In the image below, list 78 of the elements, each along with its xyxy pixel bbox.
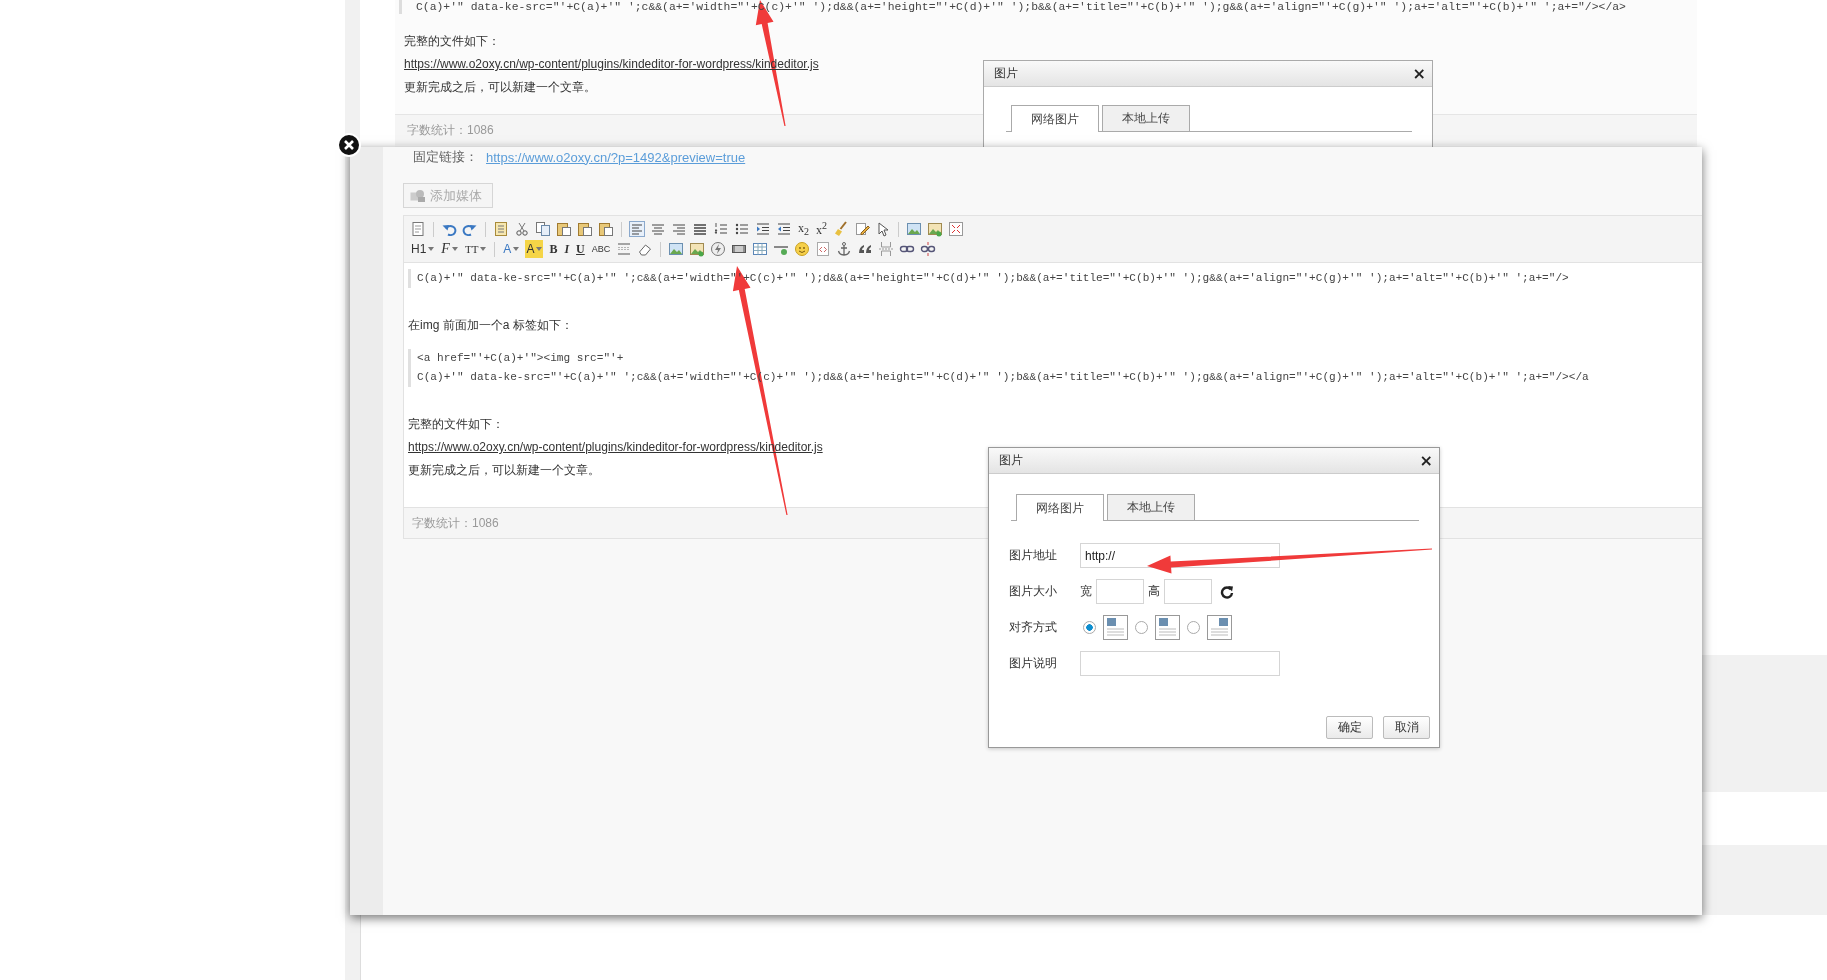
paragraph: 完整的文件如下： xyxy=(404,33,500,50)
clipboard-icon[interactable] xyxy=(577,221,593,237)
width-label: 宽 xyxy=(1080,583,1092,600)
format-button[interactable]: ABC xyxy=(590,240,612,258)
indent-icon[interactable] xyxy=(755,221,771,237)
pencil-icon[interactable] xyxy=(854,221,870,237)
images-icon[interactable] xyxy=(927,221,943,237)
smiley-icon[interactable] xyxy=(794,241,811,257)
dialog-tab[interactable]: 网络图片 xyxy=(1011,105,1099,132)
dialog-tab[interactable]: 本地上传 xyxy=(1107,494,1195,520)
field-label: 对齐方式 xyxy=(1009,619,1058,636)
radio-button[interactable] xyxy=(1135,621,1148,634)
close-button[interactable]: × xyxy=(1412,65,1426,82)
image-icon[interactable] xyxy=(906,221,922,237)
image-align-icon xyxy=(1155,615,1180,640)
field-label: 图片地址 xyxy=(1009,547,1058,564)
paragraph: 完整的文件如下： xyxy=(408,416,504,433)
format-button[interactable]: U xyxy=(575,240,586,258)
fullscreen-icon[interactable] xyxy=(948,221,964,237)
dialog-tab[interactable]: 网络图片 xyxy=(1016,494,1104,521)
bullet-list-icon[interactable] xyxy=(734,221,750,237)
line-height-icon[interactable] xyxy=(616,241,633,257)
align-left-icon[interactable] xyxy=(629,221,645,237)
format-button[interactable]: x$^{2}$ xyxy=(815,220,828,238)
scissors-icon[interactable] xyxy=(514,221,530,237)
copy-icon[interactable] xyxy=(535,221,551,237)
cursor-icon[interactable] xyxy=(875,221,891,237)
code-line: <a href="'+C(a)+'"><img src="'+ xyxy=(417,351,625,366)
paragraph: 更新完成之后，可以新建一个文章。 xyxy=(408,462,600,479)
outdent-icon[interactable] xyxy=(776,221,792,237)
format-button[interactable]: B xyxy=(548,240,559,258)
radio-button[interactable] xyxy=(1083,621,1096,634)
word-count: 字数统计：1086 xyxy=(407,121,494,139)
refresh-icon[interactable] xyxy=(1220,584,1234,599)
image-align-icon xyxy=(1207,615,1232,640)
paragraph: 更新完成之后，可以新建一个文章。 xyxy=(404,79,596,96)
format-button[interactable]: A xyxy=(525,240,544,258)
cancel-button[interactable]: 取消 xyxy=(1383,716,1430,739)
eraser-icon[interactable] xyxy=(637,241,654,257)
dialog-tab[interactable]: 本地上传 xyxy=(1102,105,1190,131)
dialog-title: 图片 xyxy=(999,452,1023,469)
code-icon[interactable] xyxy=(815,241,832,257)
media-icon xyxy=(410,188,426,203)
align-center-icon[interactable] xyxy=(650,221,666,237)
clipboard-icon[interactable] xyxy=(598,221,614,237)
broom-icon[interactable] xyxy=(833,221,849,237)
format-button[interactable]: F xyxy=(440,240,459,258)
format-button[interactable]: I xyxy=(563,240,571,258)
format-button[interactable]: A xyxy=(502,240,521,258)
width-field[interactable] xyxy=(1096,579,1144,604)
format-button[interactable]: x$_{2}$ xyxy=(797,220,810,238)
close-button[interactable]: × xyxy=(1419,452,1433,469)
word-count: 字数统计：1086 xyxy=(412,514,499,532)
field-label: 图片大小 xyxy=(1009,583,1058,600)
align-right-icon[interactable] xyxy=(671,221,687,237)
document-icon[interactable] xyxy=(493,221,509,237)
justify-icon[interactable] xyxy=(692,221,708,237)
flash-icon[interactable] xyxy=(710,241,727,257)
height-label: 高 xyxy=(1148,583,1160,600)
confirm-button[interactable]: 确定 xyxy=(1326,716,1373,739)
paragraph: 在img 前面加一个a 标签如下： xyxy=(408,317,573,334)
permalink-label: 固定链接： xyxy=(413,148,478,166)
table-icon[interactable] xyxy=(752,241,769,257)
height-field[interactable] xyxy=(1164,579,1212,604)
unlink-icon[interactable] xyxy=(920,241,937,257)
image-icon[interactable] xyxy=(668,241,685,257)
format-button[interactable]: TT xyxy=(463,240,488,258)
anchor-icon[interactable] xyxy=(836,241,853,257)
images-icon[interactable] xyxy=(689,241,706,257)
clipboard-icon[interactable] xyxy=(556,221,572,237)
numbered-list-icon[interactable] xyxy=(713,221,729,237)
caption-field[interactable] xyxy=(1080,651,1280,676)
image-align-icon xyxy=(1103,615,1128,640)
document-icon[interactable] xyxy=(410,221,426,237)
format-button[interactable]: H1 xyxy=(410,240,436,258)
dialog-title: 图片 xyxy=(994,65,1018,82)
radio-button[interactable] xyxy=(1187,621,1200,634)
field-label: 图片说明 xyxy=(1009,655,1058,672)
